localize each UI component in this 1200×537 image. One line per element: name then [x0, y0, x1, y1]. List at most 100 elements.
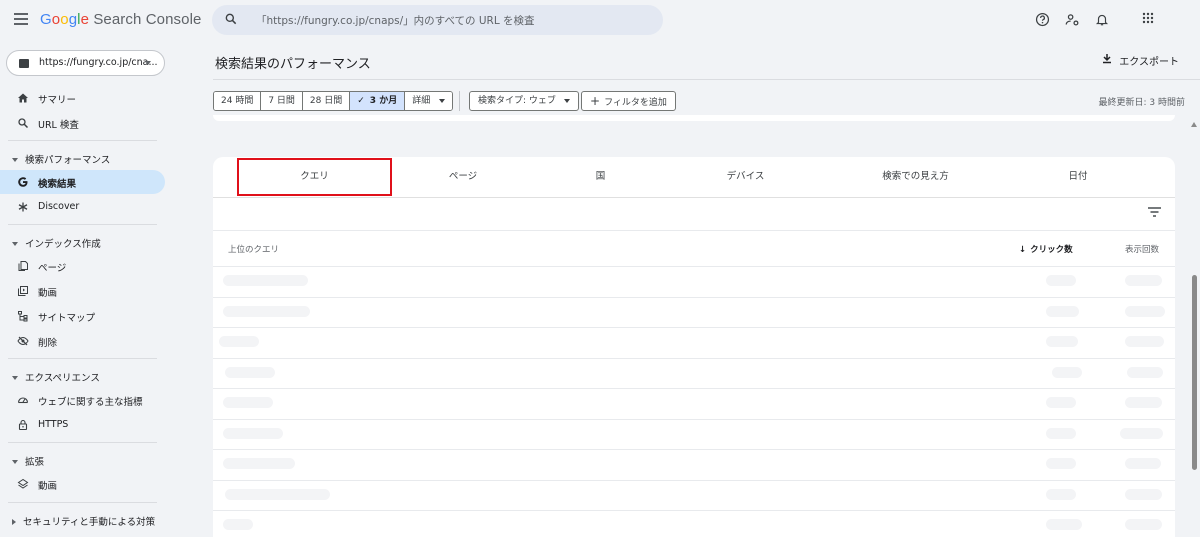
row-divider [213, 358, 1175, 359]
sidebar-item-label: 検索結果 [38, 179, 77, 190]
column-header-top-queries: 上位のクエリ [228, 245, 280, 255]
gauge-icon [17, 397, 29, 404]
loading-placeholder [223, 458, 295, 469]
property-selector[interactable]: https://fungry.co.jp/cna... [6, 50, 165, 76]
loading-placeholder [219, 336, 259, 347]
sidebar-item-search-results[interactable]: 検索結果 [0, 170, 165, 194]
range-3m-label: 3 か月 [369, 96, 398, 106]
loading-placeholder [1120, 428, 1163, 439]
main-menu-icon[interactable] [14, 13, 28, 25]
tab-search-appearance[interactable]: 検索での見え方 [823, 157, 1008, 197]
loading-placeholder [223, 519, 253, 530]
sidebar-item-core-web-vitals[interactable]: ウェブに関する主な指標 [0, 388, 165, 412]
caret-down-icon [12, 459, 18, 464]
row-divider [213, 449, 1175, 450]
tab-highlight-box [237, 158, 392, 196]
export-button[interactable]: エクスポート [1103, 53, 1179, 68]
loading-placeholder [223, 428, 283, 439]
scrollbar-thumb[interactable] [1192, 275, 1197, 470]
apps-grid-icon[interactable] [1142, 12, 1154, 24]
caret-down-icon [12, 241, 18, 246]
date-range-selector: 24 時間 7 日間 28 日間 ✓ 3 か月 詳細 [213, 91, 454, 111]
loading-placeholder [1046, 275, 1076, 286]
help-icon[interactable] [1035, 12, 1050, 27]
range-custom[interactable]: 詳細 [405, 92, 453, 110]
section-performance[interactable]: 検索パフォーマンス [12, 152, 110, 166]
search-console-logo[interactable]: Google Search Console [40, 11, 201, 28]
column-header-clicks[interactable]: ↓ クリック数 [1019, 243, 1073, 255]
dimensions-table-card: クエリ ページ 国 デバイス 検索での見え方 日付 上位のクエリ ↓ クリック数 … [213, 157, 1175, 537]
sidebar-item-enhancement-videos[interactable]: 動画 [0, 472, 165, 496]
sidebar-divider [8, 358, 157, 359]
sidebar-item-https[interactable]: HTTPS [0, 413, 165, 437]
export-label: エクスポート [1119, 57, 1179, 68]
tab-pages[interactable]: ページ [393, 157, 533, 197]
search-type-filter[interactable]: 検索タイプ: ウェブ [469, 91, 579, 111]
google-wordmark: Google [40, 11, 90, 28]
caret-down-icon [12, 375, 18, 380]
product-name: Search Console [93, 11, 202, 28]
loading-placeholder [223, 306, 310, 317]
scroll-up-arrow-icon[interactable] [1191, 122, 1197, 127]
last-updated: 最終更新日: 3 時間前 [1098, 98, 1185, 108]
sidebar-item-url-inspection[interactable]: URL 検査 [0, 111, 165, 135]
loading-placeholder [1046, 306, 1079, 317]
manage-users-icon[interactable] [1065, 12, 1080, 27]
sidebar-item-videos[interactable]: 動画 [0, 279, 165, 303]
sidebar-item-label: サイトマップ [38, 313, 96, 324]
range-24h[interactable]: 24 時間 [214, 92, 262, 110]
section-experience[interactable]: エクスペリエンス [12, 370, 100, 384]
pages-icon [18, 261, 28, 271]
section-enhancements[interactable]: 拡張 [12, 454, 44, 468]
sidebar-item-label: HTTPS [38, 419, 69, 430]
tab-devices[interactable]: デバイス [668, 157, 823, 197]
search-icon [18, 118, 29, 129]
sidebar-item-removals[interactable]: 削除 [0, 329, 165, 353]
plus-icon: + [590, 94, 601, 108]
filter-separator [459, 91, 460, 111]
url-inspect-search-bar[interactable]: 「https://fungry.co.jp/cnaps/」内のすべての URL … [212, 5, 663, 35]
sidebar-item-pages[interactable]: ページ [0, 254, 165, 278]
column-header-clicks-label: クリック数 [1030, 245, 1073, 255]
search-icon [225, 13, 237, 25]
property-url: https://fungry.co.jp/cna... [39, 57, 158, 68]
section-indexing[interactable]: インデックス作成 [12, 236, 101, 250]
add-filter-button[interactable]: + フィルタを追加 [581, 91, 676, 111]
sidebar-item-label: 動画 [38, 288, 58, 299]
sidebar-item-label: 削除 [38, 338, 58, 349]
loading-placeholder [1125, 519, 1162, 530]
add-filter-label: フィルタを追加 [604, 98, 667, 108]
sidebar-item-summary[interactable]: サマリー [0, 86, 165, 110]
range-3m[interactable]: ✓ 3 か月 [350, 92, 406, 110]
range-7d[interactable]: 7 日間 [261, 92, 303, 110]
filter-rows-icon[interactable] [1148, 207, 1161, 217]
loading-placeholder [225, 367, 275, 378]
sitemap-icon [18, 311, 28, 322]
home-icon [18, 93, 28, 103]
loading-placeholder [225, 489, 330, 500]
main-content: 検索結果のパフォーマンス エクスポート 24 時間 7 日間 28 日間 ✓ 3 … [170, 42, 1200, 537]
sidebar-item-sitemaps[interactable]: サイトマップ [0, 304, 165, 328]
loading-placeholder [1127, 367, 1163, 378]
tab-dates[interactable]: 日付 [1008, 157, 1148, 197]
loading-placeholder [1125, 458, 1161, 469]
chevron-down-icon [563, 98, 570, 103]
loading-placeholder [1125, 306, 1165, 317]
top-bar: Google Search Console 「https://fungry.co… [0, 0, 1200, 42]
notifications-bell-icon[interactable] [1095, 12, 1109, 27]
search-type-label: 検索タイプ: ウェブ [478, 96, 556, 106]
search-placeholder: 「https://fungry.co.jp/cnaps/」内のすべての URL … [256, 15, 535, 27]
video-icon [18, 286, 28, 296]
tab-countries[interactable]: 国 [533, 157, 668, 197]
column-header-impressions[interactable]: 表示回数 [1125, 243, 1159, 255]
section-security[interactable]: セキュリティと手動による対策 [12, 514, 155, 528]
range-28d[interactable]: 28 日間 [302, 92, 351, 110]
sidebar-item-label: Discover [38, 201, 80, 212]
chevron-down-icon [439, 98, 446, 103]
loading-placeholder [1125, 336, 1164, 347]
page-scrollbar[interactable] [1188, 120, 1200, 537]
section-label: エクスペリエンス [25, 373, 100, 384]
sidebar-divider [8, 140, 157, 141]
sidebar-item-discover[interactable]: Discover [0, 195, 165, 219]
header-divider [213, 79, 1200, 80]
